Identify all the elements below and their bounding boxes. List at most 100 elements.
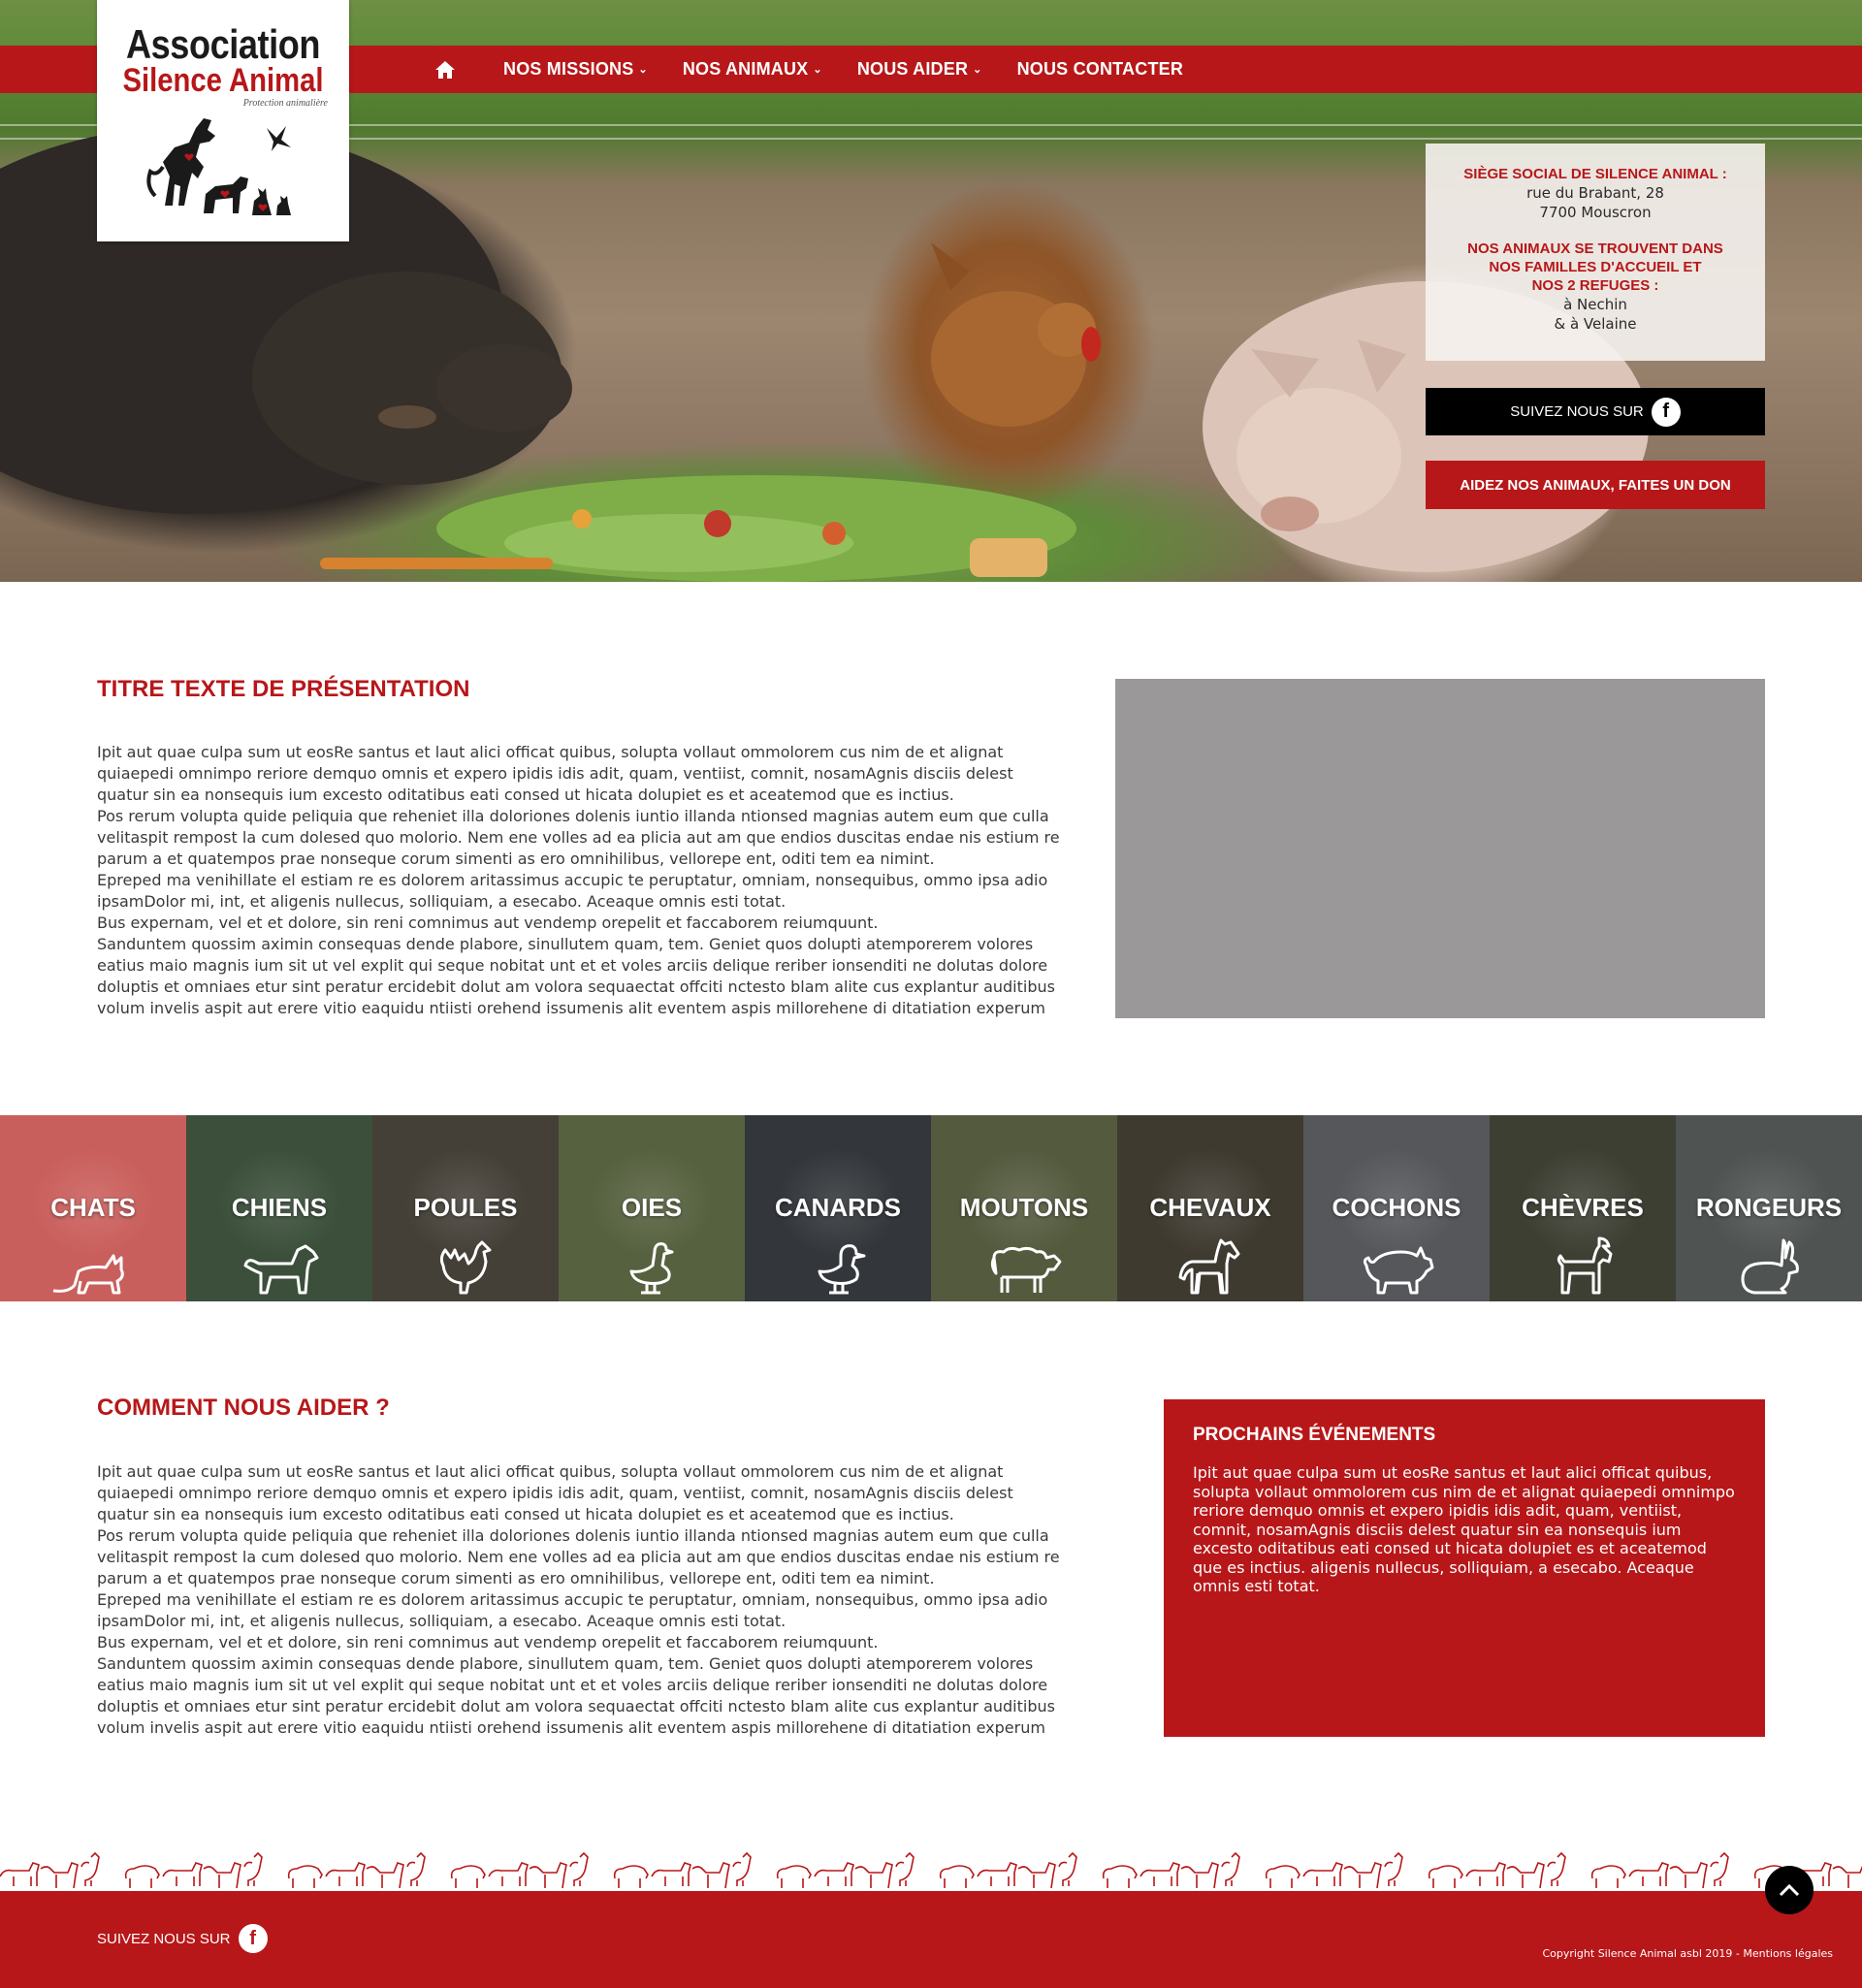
chevron-down-icon: ⌄ — [813, 64, 822, 76]
band-animal-outline — [1465, 1862, 1506, 1886]
home-icon[interactable] — [434, 60, 456, 80]
animal-tile-moutons[interactable]: MOUTONS — [931, 1115, 1117, 1301]
presentation-title: TITRE TEXTE DE PRÉSENTATION — [97, 676, 470, 702]
band-animal-outline — [1058, 1851, 1077, 1886]
animal-tile-chiens[interactable]: CHIENS — [186, 1115, 372, 1301]
cat-icon — [52, 1254, 124, 1295]
hq-title: SIÈGE SOCIAL DE SILENCE ANIMAL : — [1463, 166, 1727, 182]
band-animal-outline — [1832, 1865, 1862, 1888]
refuges-title-line1: NOS ANIMAUX SE TROUVENT DANS — [1467, 240, 1723, 257]
nav-item-label: NOUS AIDER — [856, 59, 969, 79]
dog-icon — [243, 1244, 319, 1295]
donate-label: AIDEZ NOS ANIMAUX, FAITES UN DON — [1460, 476, 1731, 494]
band-animal-outline — [1343, 1862, 1382, 1889]
band-animal-outline — [1140, 1862, 1180, 1886]
paragraph: Epreped ma venihillate el estiam re es d… — [97, 871, 1048, 911]
band-animal-outline — [1669, 1862, 1708, 1889]
band-animal-outline — [1102, 1865, 1138, 1888]
rabbit-icon — [1741, 1238, 1799, 1295]
facebook-follow-button[interactable]: SUIVEZ NOUS SUR f — [1426, 388, 1765, 435]
nav-item-contact[interactable]: NOUS CONTACTER — [1017, 59, 1183, 80]
band-animal-outline — [1017, 1862, 1056, 1889]
band-animal-outline — [1547, 1851, 1566, 1886]
hq-address-line1: rue du Brabant, 28 — [1526, 184, 1664, 202]
band-animal-outline — [1265, 1865, 1300, 1888]
site-logo[interactable]: Association Silence Animal Protection an… — [97, 0, 349, 241]
events-box: PROCHAINS ÉVÉNEMENTS Ipit aut quae culpa… — [1164, 1399, 1765, 1737]
logo-title-line2: Silence Animal — [122, 62, 324, 99]
events-title: PROCHAINS ÉVÉNEMENTS — [1193, 1425, 1436, 1445]
animal-tile-chevres[interactable]: CHÈVRES — [1490, 1115, 1676, 1301]
nav-items: NOS MISSIONS ⌄ NOS ANIMAUX ⌄ NOUS AIDER … — [434, 46, 1218, 93]
animal-tile-chevaux[interactable]: CHEVAUX — [1117, 1115, 1303, 1301]
band-animal-outline — [651, 1862, 691, 1886]
band-animal-outline — [1180, 1862, 1219, 1889]
logo-title-line1: Association — [125, 21, 321, 67]
hq-address-line2: 7700 Mouscron — [1539, 204, 1652, 221]
band-animal-outline — [1710, 1851, 1729, 1886]
band-animal-outline — [203, 1862, 241, 1889]
band-animal-outline — [776, 1865, 812, 1888]
animal-tile-poules[interactable]: POULES — [372, 1115, 559, 1301]
band-animal-outline — [1384, 1851, 1403, 1886]
chevron-down-icon: ⌄ — [638, 64, 648, 76]
pig-icon — [1363, 1246, 1434, 1295]
back-to-top-button[interactable] — [1765, 1866, 1814, 1914]
band-animal-outline — [366, 1862, 404, 1889]
band-animal-outline — [732, 1851, 752, 1886]
animal-tile-cochons[interactable]: COCHONS — [1303, 1115, 1490, 1301]
copyright-text[interactable]: Copyright Silence Animal asbl 2019 - Men… — [1542, 1947, 1833, 1960]
band-animal-outline — [895, 1851, 915, 1886]
animal-name: RONGEURS — [1695, 1193, 1843, 1222]
band-animal-outline — [450, 1865, 486, 1888]
band-animal-outline — [854, 1862, 893, 1889]
follow-label: SUIVEZ NOUS SUR — [1510, 403, 1644, 420]
animal-name: CHATS — [50, 1193, 136, 1222]
band-animal-outline — [287, 1865, 323, 1888]
band-animal-outline — [406, 1851, 426, 1886]
refuge-location-2: & à Velaine — [1554, 315, 1637, 333]
band-animal-outline — [1506, 1862, 1545, 1889]
nav-item-aider[interactable]: NOUS AIDER ⌄ — [857, 59, 982, 80]
chevron-down-icon: ⌄ — [973, 64, 982, 76]
goose-icon — [629, 1242, 674, 1295]
band-animal-outline — [691, 1862, 730, 1889]
footer: SUIVEZ NOUS SUR f Copyright Silence Anim… — [0, 1891, 1862, 1988]
nav-item-animaux[interactable]: NOS ANIMAUX ⌄ — [683, 59, 822, 80]
presentation-text: Ipit aut quae culpa sum ut eosRe santus … — [97, 742, 1067, 1019]
band-animal-outline — [488, 1862, 529, 1886]
band-animal-outline — [40, 1862, 79, 1889]
animal-name: POULES — [413, 1193, 518, 1222]
animal-name: MOUTONS — [959, 1193, 1089, 1222]
animal-tile-oies[interactable]: OIES — [559, 1115, 745, 1301]
band-animal-outline — [613, 1865, 649, 1888]
nav-item-missions[interactable]: NOS MISSIONS ⌄ — [503, 59, 648, 80]
help-text: Ipit aut quae culpa sum ut eosRe santus … — [97, 1461, 1067, 1739]
band-animal-outline — [162, 1862, 203, 1886]
animal-categories: CHATS CHIENS POULES OIES CANARDS MOUTONS… — [0, 1115, 1862, 1301]
paragraph: Sanduntem quossim aximin consequas dende… — [97, 1654, 1055, 1737]
horse-icon — [1178, 1238, 1240, 1295]
paragraph: Pos rerum volupta quide peliquia que reh… — [97, 1526, 1060, 1587]
goat-icon — [1557, 1236, 1613, 1295]
band-animal-outline — [243, 1851, 263, 1886]
animal-name: CHIENS — [231, 1193, 328, 1222]
animal-tile-canards[interactable]: CANARDS — [745, 1115, 931, 1301]
animal-name: CHEVAUX — [1149, 1193, 1271, 1222]
logo-tagline: Protection animalière — [242, 98, 328, 109]
paragraph: Ipit aut quae culpa sum ut eosRe santus … — [97, 743, 1013, 804]
band-animal-outline — [0, 1862, 40, 1886]
animal-tile-chats[interactable]: CHATS — [0, 1115, 186, 1301]
animal-tile-rongeurs[interactable]: RONGEURS — [1676, 1115, 1862, 1301]
facebook-icon: f — [238, 1924, 268, 1953]
presentation-media-placeholder — [1115, 679, 1765, 1018]
animals-pattern-band — [0, 1851, 1862, 1889]
donate-button[interactable]: AIDEZ NOS ANIMAUX, FAITES UN DON — [1426, 461, 1765, 509]
footer-facebook-follow[interactable]: SUIVEZ NOUS SUR f — [97, 1924, 268, 1953]
events-text: Ipit aut quae culpa sum ut eosRe santus … — [1193, 1463, 1735, 1595]
band-animal-outline — [325, 1862, 366, 1886]
paragraph: Ipit aut quae culpa sum ut eosRe santus … — [97, 1462, 1013, 1523]
animal-name: CHÈVRES — [1522, 1193, 1644, 1222]
band-animal-outline — [529, 1862, 567, 1889]
band-animal-outline — [1628, 1862, 1669, 1886]
